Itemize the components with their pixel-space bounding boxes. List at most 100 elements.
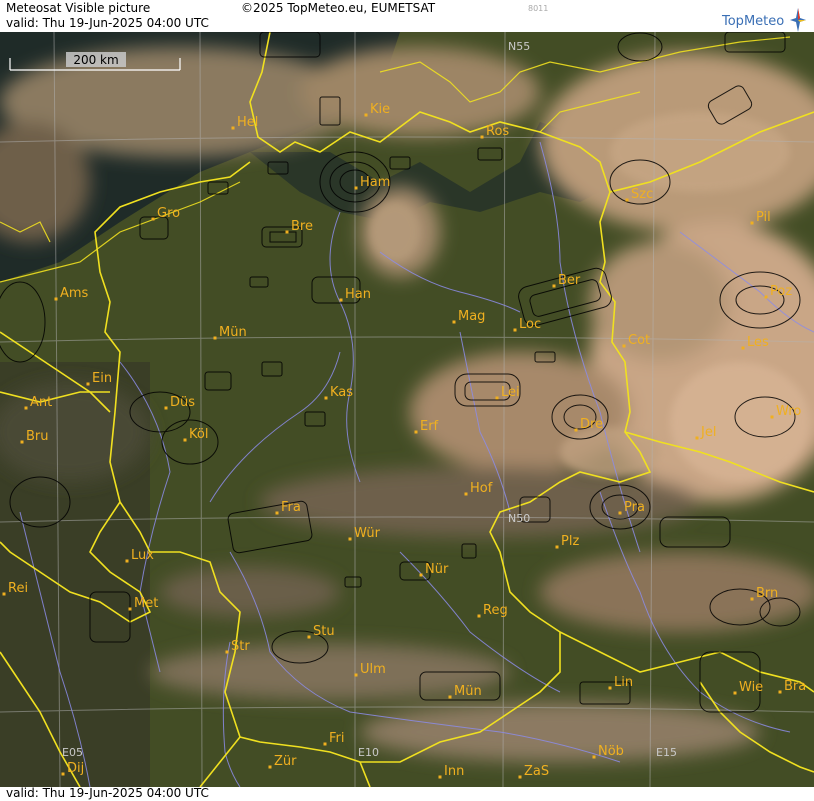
satellite-map[interactable]: 200 km N55 N50 E05 E10 E15 Hel Kie Ros Ham G… (0, 32, 814, 787)
city-label: Wro (776, 404, 801, 419)
city-dot (438, 775, 442, 779)
city-dot (339, 298, 343, 302)
city-dot (54, 297, 58, 301)
city-label: Gro (157, 206, 180, 221)
city-dot (741, 346, 745, 350)
city-label: Stu (313, 624, 335, 639)
city-dot (364, 113, 368, 117)
city-label: Kas (330, 385, 353, 400)
city-label: Han (345, 287, 371, 302)
city-label: Brn (756, 586, 778, 601)
city-dot (20, 440, 24, 444)
city-dot (750, 221, 754, 225)
city-dot (324, 396, 328, 400)
city-dot (452, 320, 456, 324)
city-label: Düs (170, 395, 195, 410)
city-label: Pil (756, 210, 771, 225)
city-dot (764, 295, 768, 299)
city-dot (518, 775, 522, 779)
city-label: Lei (501, 385, 520, 400)
city-dot (128, 607, 132, 611)
city-label: Plz (561, 534, 579, 549)
city-label: ZaS (524, 764, 549, 779)
city-dot (213, 336, 217, 340)
city-label: Fra (281, 500, 301, 515)
city-label: Hel (237, 115, 258, 130)
city-dot (24, 406, 28, 410)
city-label: Ber (558, 273, 581, 288)
city-dot (151, 217, 155, 221)
city-dot (733, 691, 737, 695)
city-label: Nöb (598, 744, 624, 759)
image-code: 8011 (528, 4, 549, 13)
city-label: Köl (189, 427, 208, 442)
city-label: Lin (614, 675, 633, 690)
city-dot (778, 690, 782, 694)
footer-valid-time: valid: Thu 19-Jun-2025 04:00 UTC (6, 786, 209, 800)
city-label: Ros (486, 124, 509, 139)
header-bar: Meteosat Visible picture valid: Thu 19-J… (0, 0, 814, 32)
city-label: Szc (631, 187, 653, 202)
grid-label-n55: N55 (508, 40, 530, 53)
city-dot (86, 382, 90, 386)
city-dot (555, 545, 559, 549)
city-label: Reg (483, 603, 508, 618)
city-label: Rei (8, 581, 28, 596)
city-label: Met (134, 596, 158, 611)
city-dot (268, 765, 272, 769)
city-dot (225, 650, 229, 654)
city-dot (592, 755, 596, 759)
city-label: Fri (329, 731, 345, 746)
footer-bar: valid: Thu 19-Jun-2025 04:00 UTC (0, 786, 814, 801)
city-label: Kie (370, 102, 390, 117)
city-dot (480, 135, 484, 139)
city-dot (348, 537, 352, 541)
city-label: Dij (67, 761, 84, 776)
city-dot (61, 772, 65, 776)
city-label: Jel (700, 425, 716, 440)
city-dot (625, 198, 629, 202)
city-label: Hof (470, 481, 493, 496)
grid-label-e10: E10 (358, 746, 379, 759)
map-title: Meteosat Visible picture (6, 1, 151, 15)
logo-text: TopMeteo (722, 14, 785, 29)
city-label: Ham (360, 175, 390, 190)
city-label: Pra (624, 500, 645, 515)
copyright: ©2025 TopMeteo.eu, EUMETSAT (241, 1, 436, 15)
city-dot (323, 742, 327, 746)
city-dot (2, 592, 6, 596)
city-dot (618, 511, 622, 515)
city-dot (285, 230, 289, 234)
city-label: Bra (784, 679, 806, 694)
city-label: Lux (131, 548, 154, 563)
city-dot (695, 436, 699, 440)
city-dot (354, 673, 358, 677)
city-label: Bru (26, 429, 49, 444)
city-dot (414, 430, 418, 434)
city-dot (125, 559, 129, 563)
city-label: Mün (219, 325, 247, 340)
scale-label: 200 km (73, 53, 118, 67)
city-dot (608, 686, 612, 690)
city-label: Wür (354, 526, 381, 541)
map-canvas: 200 km N55 N50 E05 E10 E15 Hel Kie Ros Ham G… (0, 32, 814, 787)
grid-label-e15: E15 (656, 746, 677, 759)
city-dot (464, 492, 468, 496)
city-dot (552, 284, 556, 288)
city-label: Nür (425, 562, 449, 577)
city-dot (622, 344, 626, 348)
compass-star-icon (790, 8, 806, 32)
city-label: Mün (454, 684, 482, 699)
city-label: Ulm (360, 662, 386, 677)
city-dot (770, 415, 774, 419)
city-dot (307, 635, 311, 639)
city-label: Cot (628, 333, 650, 348)
valid-time: valid: Thu 19-Jun-2025 04:00 UTC (6, 16, 209, 30)
city-dot (419, 573, 423, 577)
city-dot (354, 186, 358, 190)
city-label: Dre (580, 417, 603, 432)
city-dot (477, 614, 481, 618)
city-label: Wie (739, 680, 763, 695)
grid-label-n50: N50 (508, 512, 530, 525)
city-label: Inn (444, 764, 464, 779)
